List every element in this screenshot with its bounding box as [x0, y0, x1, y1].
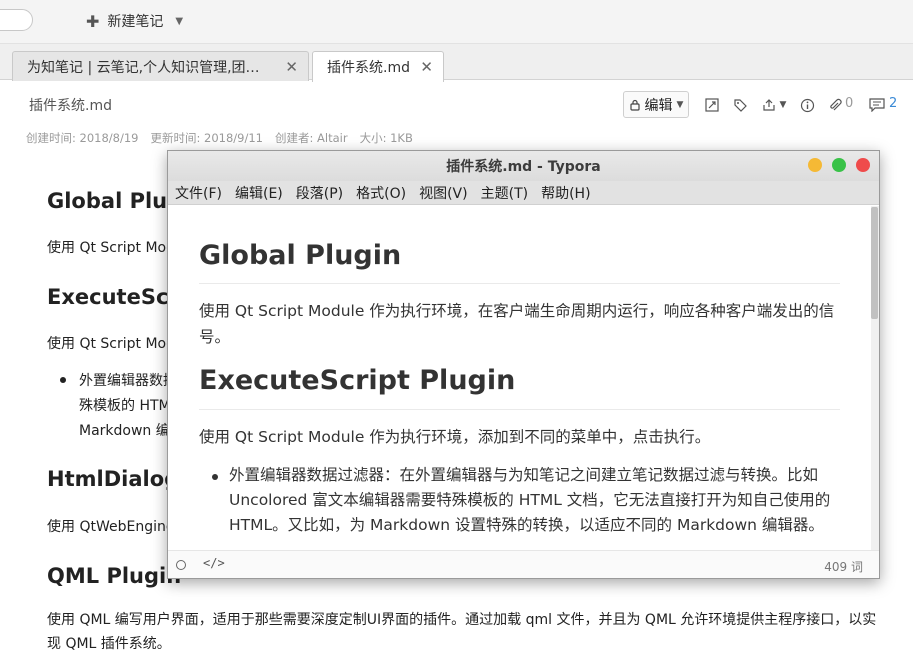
close-icon[interactable]: ✕: [420, 58, 433, 76]
word-count[interactable]: 409 词: [824, 558, 863, 575]
bullet: [212, 474, 218, 480]
close-window-button[interactable]: [856, 158, 870, 172]
menu-edit[interactable]: 编辑(E): [228, 183, 289, 203]
paperclip-icon[interactable]: [826, 96, 844, 114]
bullet: [60, 377, 66, 383]
tab-label: 为知笔记 | 云笔记,个人知识管理,团…: [27, 59, 260, 76]
heading-global-plugin: Global Plugin: [199, 240, 402, 271]
author: 创建者: Altair: [275, 131, 348, 145]
tag-icon[interactable]: [731, 96, 749, 114]
menu-view[interactable]: 视图(V): [412, 183, 474, 203]
list-item: 外置编辑器数据过滤器：在外置编辑器与为知笔记之间建立笔记数据过滤与转换。比如 U…: [229, 466, 831, 534]
created-time: 创建时间: 2018/8/19: [26, 131, 139, 145]
comment-count: 2: [889, 96, 898, 111]
heading-rule: [199, 283, 840, 284]
expand-icon[interactable]: [703, 96, 721, 114]
menu-bar: 文件(F) 编辑(E) 段落(P) 格式(O) 视图(V) 主题(T) 帮助(H…: [168, 181, 879, 205]
maximize-button[interactable]: [832, 158, 846, 172]
edit-button[interactable]: 编辑 ▼: [623, 91, 689, 118]
tab-wiz-homepage[interactable]: 为知笔记 | 云笔记,个人知识管理,团… ✕: [12, 51, 309, 81]
menu-paragraph[interactable]: 段落(P): [289, 183, 349, 203]
share-icon[interactable]: ▼: [759, 96, 789, 114]
note-title: 插件系统.md: [29, 98, 112, 114]
window-titlebar[interactable]: 插件系统.md - Typora: [168, 151, 879, 181]
edit-label: 编辑: [644, 97, 673, 114]
file-size: 大小: 1KB: [359, 131, 413, 145]
menu-file[interactable]: 文件(F): [168, 183, 228, 203]
paragraph-execute: 使用 Qt Script Module 作为执行环境，添加到不同的菜单中，点击执…: [199, 428, 711, 446]
source-code-toggle[interactable]: </>: [203, 556, 225, 570]
attachment-count: 0: [845, 96, 854, 111]
typora-window: 插件系统.md - Typora 文件(F) 编辑(E) 段落(P) 格式(O)…: [167, 150, 880, 579]
minimize-button[interactable]: [808, 158, 822, 172]
heading-qml-plugin: QML Plugin: [47, 564, 182, 588]
lock-icon: [629, 99, 640, 111]
top-toolbar: ✚ 新建笔记 ▼: [0, 0, 913, 44]
window-controls: [808, 158, 870, 172]
menu-theme[interactable]: 主题(T): [474, 183, 534, 203]
tab-label: 插件系统.md: [327, 60, 410, 76]
heading-executescript-plugin: ExecuteScript Plugin: [199, 365, 516, 396]
status-bar: </> 409 词: [168, 550, 879, 578]
menu-format[interactable]: 格式(O): [349, 183, 412, 203]
comment-icon[interactable]: [868, 96, 886, 114]
plus-icon: ✚: [86, 11, 100, 31]
tab-bar: 为知笔记 | 云笔记,个人知识管理,团… ✕ 插件系统.md ✕: [0, 44, 913, 82]
updated-time: 更新时间: 2018/9/11: [150, 131, 264, 145]
chevron-down-icon: ▼: [676, 99, 684, 110]
menu-help[interactable]: 帮助(H): [534, 183, 596, 203]
editor-content[interactable]: Global Plugin 使用 Qt Script Module 作为执行环境…: [168, 206, 868, 550]
chevron-down-icon[interactable]: ▼: [175, 16, 183, 27]
new-note-label: 新建笔记: [107, 14, 164, 30]
chevron-down-icon: ▼: [779, 100, 787, 110]
tab-plugin-system[interactable]: 插件系统.md ✕: [312, 51, 444, 82]
outline-toggle-icon[interactable]: [176, 560, 186, 570]
heading-rule: [199, 409, 840, 410]
search-box[interactable]: [0, 9, 33, 31]
close-icon[interactable]: ✕: [285, 58, 298, 76]
note-meta: 创建时间: 2018/8/19 更新时间: 2018/9/11 创建者: Alt…: [26, 130, 413, 146]
window-title: 插件系统.md - Typora: [446, 159, 601, 175]
paragraph-qml: 使用 QML 编写用户界面，适用于那些需要深度定制UI界面的插件。通过加载 qm…: [47, 612, 877, 652]
paragraph-global: 使用 Qt Script Module 作为执行环境，在客户端生命周期内运行，响…: [199, 302, 835, 346]
scrollbar-thumb[interactable]: [871, 207, 878, 319]
info-icon[interactable]: [798, 96, 816, 114]
new-note-button[interactable]: ✚ 新建笔记 ▼: [86, 10, 183, 32]
